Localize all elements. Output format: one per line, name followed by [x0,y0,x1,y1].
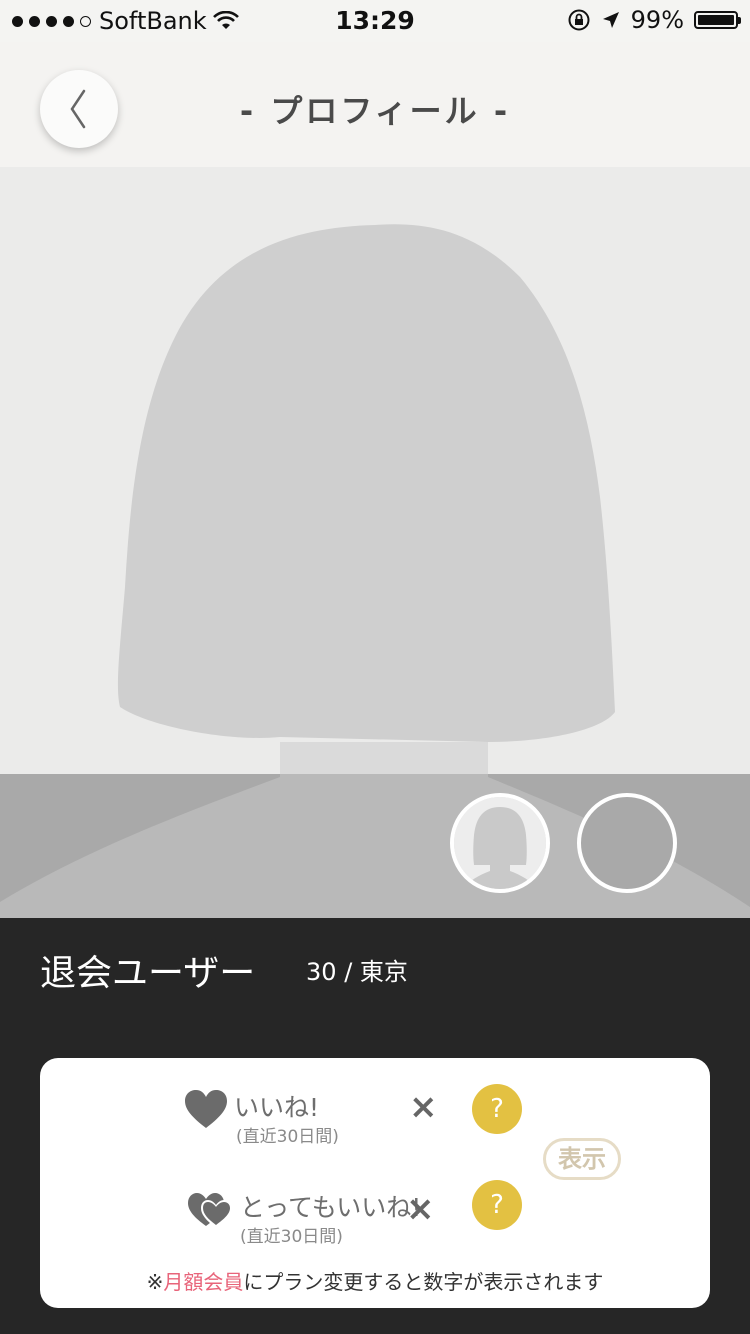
meta-separator: / [344,958,353,986]
silhouette-thumbnail-icon [454,797,546,889]
rotation-lock-icon [568,9,590,31]
user-location: 東京 [359,958,408,986]
user-name: 退会ユーザー [40,953,256,994]
monthly-member-link[interactable]: 月額会員 [163,1270,243,1294]
photo-thumbnail-2[interactable] [577,793,677,893]
page-title: - プロフィール - [239,92,511,130]
super-like-multiplier: × [406,1189,435,1229]
like-count-hidden[interactable]: ? [472,1084,522,1134]
battery-fill [698,15,734,25]
status-bar: SoftBank 13:29 99% [0,0,750,42]
battery-percent: 99% [630,6,684,34]
super-like-label: とってもいいね! [240,1193,422,1222]
show-button[interactable]: 表示 [543,1138,621,1180]
status-right: 99% [567,6,741,34]
like-period: (直近30日間) [236,1127,339,1147]
user-meta: 30 / 東京 [306,952,408,987]
like-label: いいね! [234,1093,320,1122]
upgrade-note: ※月額会員にプラン変更すると数字が表示されます [40,1266,710,1295]
like-multiplier: × [409,1087,438,1127]
double-heart-icon [188,1193,232,1228]
profile-info-panel: 退会ユーザー 30 / 東京 いいね! (直近30日間) × ? とってもいいね… [0,918,750,1334]
heart-icon [185,1090,227,1128]
battery-icon [694,11,741,29]
user-age: 30 [306,958,337,986]
profile-photo [0,167,750,918]
super-like-count-hidden[interactable]: ? [472,1180,522,1230]
note-prefix: ※ [146,1270,164,1294]
photo-thumbnail-1[interactable] [450,793,550,893]
header: - プロフィール - [0,42,750,167]
note-suffix: にプラン変更すると数字が表示されます [243,1270,604,1294]
stats-card: いいね! (直近30日間) × ? とってもいいね! (直近30日間) × ? … [40,1058,710,1308]
location-arrow-icon [602,12,619,28]
super-like-period: (直近30日間) [240,1227,343,1247]
